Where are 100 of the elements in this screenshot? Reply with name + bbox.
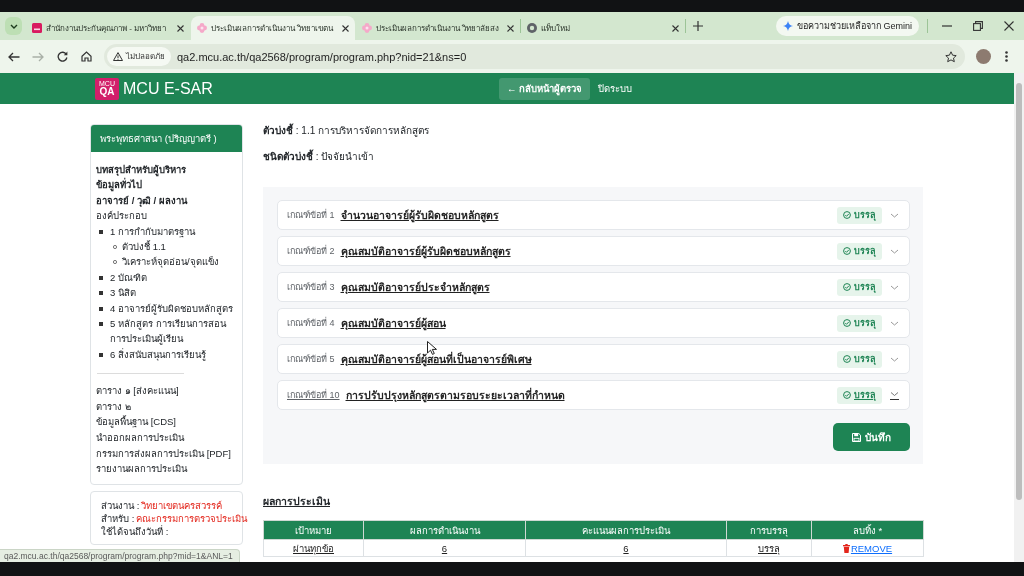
table-cell[interactable]: ผ่านทุกข้อ — [263, 539, 364, 557]
column-header: คะแนนผลการประเมิน — [525, 520, 727, 540]
check-circle-icon — [843, 211, 851, 219]
status-label: บรรลุ — [854, 353, 876, 366]
avatar-icon[interactable] — [976, 49, 991, 64]
scrollbar-thumb[interactable] — [1016, 83, 1022, 500]
sidebar-link[interactable]: ตาราง ๑ [ส่งคะแนน] — [96, 383, 236, 399]
back-button[interactable]: ← กลับหน้าผู้ตรวจ — [499, 77, 591, 100]
kebab-menu-icon[interactable] — [1005, 51, 1008, 62]
browser-tab[interactable]: ประเมินผลการดำเนินงาน วิทยาลัยสง — [356, 16, 520, 40]
sidebar-link[interactable]: 2 บัณฑิต — [110, 269, 147, 286]
tab-list-button[interactable] — [5, 17, 22, 35]
indicator-text: ตัวบ่งชี้ : 1.1 การบริหารจัดการหลักสูตร — [263, 125, 429, 136]
check-circle-icon — [843, 355, 851, 363]
close-icon[interactable] — [507, 24, 514, 32]
criteria-title[interactable]: การปรับปรุงหลักสูตรตามรอบระยะเวลาที่กำหนด — [345, 386, 565, 404]
column-header: ผลการดำเนินงาน — [363, 520, 526, 540]
chevron-down-icon[interactable] — [890, 390, 899, 400]
criteria-number: เกณฑ์ข้อที่ 2 — [287, 244, 335, 258]
criteria-title[interactable]: คุณสมบัติอาจารย์ผู้รับผิดชอบหลักสูตร — [340, 242, 511, 260]
trash-icon — [842, 543, 850, 553]
sidebar-link[interactable]: รายงานผลการประเมิน — [96, 461, 236, 477]
star-icon[interactable] — [945, 50, 957, 63]
assistant-button[interactable]: ขอความช่วยเหลือจาก Gemini — [776, 16, 919, 36]
browser-tab[interactable]: สำนักงานประกันคุณภาพ - มหาวิทยา — [26, 16, 190, 40]
column-header: เป้าหมาย — [263, 520, 364, 540]
check-circle-icon — [843, 319, 851, 327]
sidebar-link[interactable]: บทสรุปสำหรับผู้บริหาร — [96, 162, 186, 178]
status-label: บรรลุ — [854, 209, 876, 222]
sidebar-heading: พระพุทธศาสนา (ปริญญาตรี ) — [91, 125, 242, 152]
close-icon[interactable] — [1003, 21, 1014, 31]
column-header: ลบทิ้ง * — [811, 520, 924, 540]
bullet-icon — [99, 275, 103, 280]
criteria-card[interactable]: เกณฑ์ข้อที่ 10 การปรับปรุงหลักสูตรตามรอบระยะเวลาที่กำหนด บรรลุ — [277, 380, 910, 410]
indicator-type-text: ชนิดตัวบ่งชี้ : ปัจจัยนำเข้า — [263, 151, 375, 162]
status-label: บรรลุ — [854, 317, 876, 330]
criteria-number: เกณฑ์ข้อที่ 1 — [287, 208, 335, 222]
criteria-card[interactable]: เกณฑ์ข้อที่ 1 จำนวนอาจารย์ผู้รับผิดชอบหลักสูตร บรรลุ — [277, 200, 910, 230]
close-icon[interactable] — [342, 24, 349, 32]
section-heading: ผลการประเมิน — [263, 494, 330, 508]
logo-text: QA — [99, 87, 115, 97]
criteria-card[interactable]: เกณฑ์ข้อที่ 5 คุณสมบัติอาจารย์ผู้สอนที่เป็นอาจารย์พิเศษ บรรลุ — [277, 344, 910, 374]
app-title[interactable]: MCU E-SAR — [123, 79, 213, 98]
sidebar-link[interactable]: 3 นิสิต — [110, 285, 136, 301]
sidebar-link[interactable]: ข้อมูลพื้นฐาน [CDS] — [96, 414, 236, 431]
address-bar[interactable]: ไม่ปลอดภัย qa2.mcu.ac.th/qa2568/program/program.php?nid=21&ns=0 — [104, 44, 965, 69]
table-cell[interactable]: 6 — [363, 539, 526, 557]
sidebar-link[interactable]: ข้อมูลทั่วไป — [96, 177, 142, 193]
check-circle-icon — [843, 283, 851, 291]
status-label: บรรลุ — [854, 389, 876, 402]
bullet-icon — [99, 291, 103, 296]
criteria-title[interactable]: จำนวนอาจารย์ผู้รับผิดชอบหลักสูตร — [340, 206, 499, 224]
info-label: สำหรับ : — [101, 511, 135, 525]
table-cell[interactable]: 6 — [525, 539, 727, 557]
sidebar-link[interactable]: วิเคราะห์จุดอ่อน/จุดแข็ง — [122, 254, 219, 270]
criteria-number: เกณฑ์ข้อที่ 3 — [287, 280, 335, 294]
sidebar-link[interactable]: 5 หลักสูตร การเรียนการสอน การประเมินผู้เรียน — [110, 316, 236, 347]
criteria-title[interactable]: คุณสมบัติอาจารย์ประจำหลักสูตร — [340, 278, 490, 296]
info-label: ใช้ได้จนถึงวันที่ : — [101, 524, 169, 538]
bullet-icon — [113, 245, 117, 250]
bullet-icon — [113, 260, 117, 265]
sidebar-link[interactable]: 6 สิ่งสนับสนุนการเรียนรู้ — [110, 346, 206, 363]
back-icon[interactable] — [8, 51, 20, 62]
home-icon[interactable] — [80, 51, 92, 62]
flower-icon — [197, 23, 207, 33]
table-cell[interactable]: บรรลุ — [726, 539, 812, 557]
close-icon[interactable] — [672, 24, 679, 32]
bullet-icon — [99, 352, 103, 357]
criteria-card[interactable]: เกณฑ์ข้อที่ 3 คุณสมบัติอาจารย์ประจำหลักสูตร บรรลุ — [277, 272, 910, 302]
restore-icon[interactable] — [972, 21, 983, 31]
save-button[interactable]: บันทึก — [833, 423, 910, 451]
browser-tab[interactable]: ประเมินผลการดำเนินงาน วิทยาเขตน — [191, 16, 355, 40]
status-label: บรรลุ — [854, 245, 876, 258]
sidebar-link[interactable]: ตาราง ๒ — [96, 398, 236, 415]
logout-link[interactable]: ปิดระบบ — [598, 81, 633, 96]
sidebar-link[interactable]: อาจารย์ / วุฒิ / ผลงาน — [96, 192, 187, 209]
sidebar-link[interactable]: 4 อาจารย์ผู้รับผิดชอบหลักสูตร — [110, 300, 233, 317]
criteria-card[interactable]: เกณฑ์ข้อที่ 4 คุณสมบัติอาจารย์ผู้สอน บรรลุ — [277, 308, 910, 338]
info-label: ส่วนงาน : — [101, 498, 140, 512]
sidebar-link[interactable]: กรรมการส่งผลการประเมิน [PDF] — [96, 445, 236, 462]
criteria-title[interactable]: คุณสมบัติอาจารย์ผู้สอน — [340, 314, 446, 332]
close-icon[interactable] — [177, 24, 184, 32]
sidebar-link[interactable]: 1 การกำกับมาตรฐาน — [110, 223, 195, 240]
plus-icon[interactable] — [693, 21, 703, 31]
remove-link[interactable]: REMOVE — [842, 542, 893, 554]
security-chip[interactable]: ไม่ปลอดภัย — [107, 47, 171, 66]
bullet-icon — [99, 229, 103, 234]
sidebar-link[interactable]: ตัวบ่งชี้ 1.1 — [122, 239, 166, 255]
criteria-title[interactable]: คุณสมบัติอาจารย์ผู้สอนที่เป็นอาจารย์พิเศษ — [340, 350, 532, 368]
info-value: วิทยาเขตนครสวรรค์ — [141, 498, 223, 512]
sidebar-link[interactable]: องค์ประกอบ — [96, 208, 147, 224]
criteria-number: เกณฑ์ข้อที่ 4 — [287, 316, 335, 330]
criteria-card[interactable]: เกณฑ์ข้อที่ 2 คุณสมบัติอาจารย์ผู้รับผิดชอบหลักสูตร บรรลุ — [277, 236, 910, 266]
sidebar-link[interactable]: นำออกผลการประเมิน — [96, 430, 236, 446]
warning-icon — [113, 52, 123, 61]
reload-icon[interactable] — [56, 51, 68, 62]
sparkle-icon — [783, 21, 793, 31]
minimize-icon[interactable] — [941, 25, 952, 27]
bullet-icon — [99, 306, 103, 311]
browser-tab[interactable]: แท็บใหม่ — [521, 16, 685, 40]
